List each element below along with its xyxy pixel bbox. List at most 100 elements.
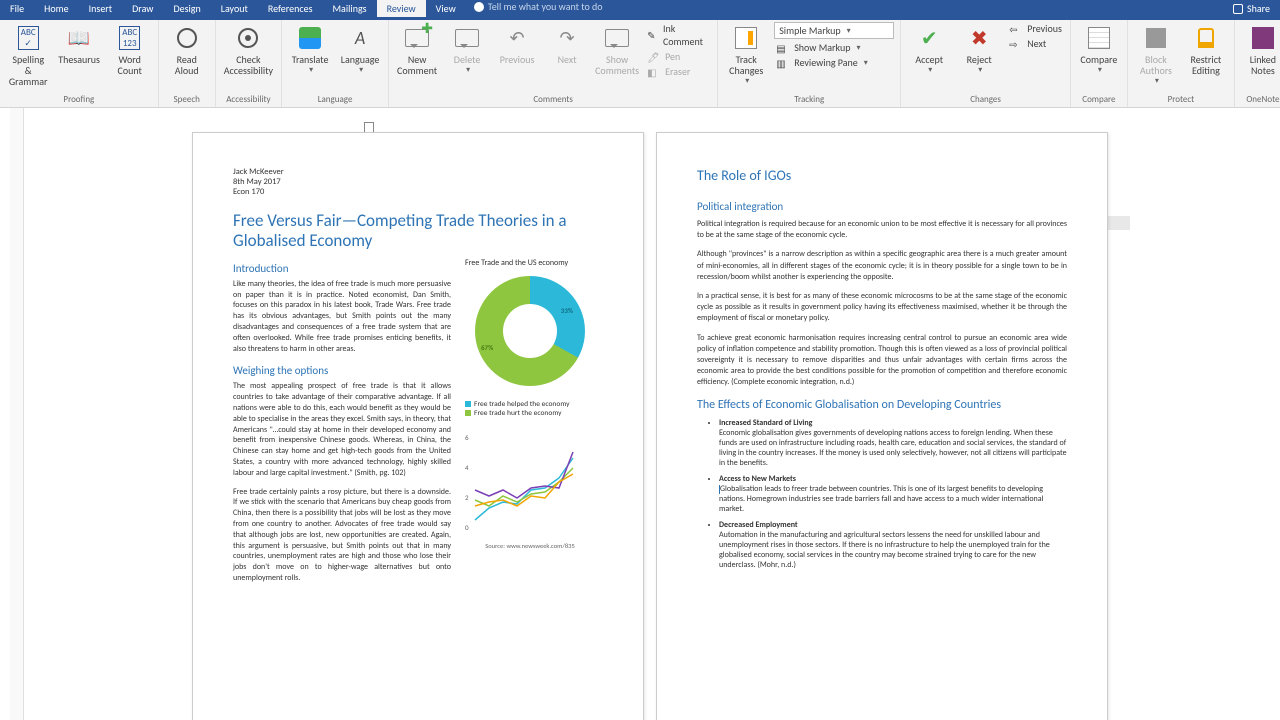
read-aloud-button[interactable]: ReadAloud <box>165 22 209 76</box>
reject-icon: ✖ <box>971 26 988 51</box>
thesaurus-button[interactable]: 📖Thesaurus <box>56 22 101 65</box>
pen-button[interactable]: 🖊Pen <box>645 50 711 63</box>
word-count-button[interactable]: ABC123WordCount <box>108 22 152 76</box>
heading-political: Political integration <box>697 200 1067 213</box>
prev-change-icon: ⇦ <box>1009 23 1023 35</box>
ink-icon: ✎ <box>647 29 659 41</box>
compare-button[interactable]: Compare <box>1077 22 1121 75</box>
next-arrow-icon: ↷ <box>560 27 575 49</box>
comment-icon: ✚ <box>405 29 429 47</box>
tab-draw[interactable]: Draw <box>122 0 163 17</box>
group-protect: BlockAuthors RestrictEditing Protect <box>1128 20 1235 107</box>
tab-layout[interactable]: Layout <box>211 0 258 17</box>
delete-comment-icon <box>455 29 479 47</box>
block-authors-button[interactable]: BlockAuthors <box>1134 22 1178 86</box>
tab-home[interactable]: Home <box>34 0 78 17</box>
next-change-button[interactable]: ⇨Next <box>1007 37 1064 50</box>
effects-list: Increased Standard of LivingEconomic glo… <box>697 418 1067 570</box>
tab-mailings[interactable]: Mailings <box>322 0 376 17</box>
line-chart: 6 4 2 0 Source: www.newsweek.com/835 <box>465 430 595 550</box>
reviewing-pane-button[interactable]: ▥Reviewing Pane <box>774 56 894 69</box>
pol-p4: To achieve great economic harmonisation … <box>697 333 1067 389</box>
lightbulb-icon <box>474 2 484 12</box>
show-markup-button[interactable]: ▤Show Markup <box>774 41 894 54</box>
heading-effects: The Effects of Economic Globalisation on… <box>697 398 1067 412</box>
heading-intro: Introduction <box>233 262 451 275</box>
tell-me-search[interactable]: Tell me what you want to do <box>474 0 603 13</box>
effect-item: Decreased EmploymentAutomation in the ma… <box>719 520 1067 570</box>
pol-p1: Political integration is required becaus… <box>697 219 1067 241</box>
markup-dropdown[interactable]: Simple Markup <box>774 22 894 39</box>
linked-notes-button[interactable]: LinkedNotes <box>1241 22 1280 76</box>
heading-weigh: Weighing the options <box>233 364 451 377</box>
restrict-editing-button[interactable]: RestrictEditing <box>1184 22 1228 76</box>
tab-references[interactable]: References <box>258 0 323 17</box>
svg-text:4: 4 <box>465 463 469 472</box>
accept-button[interactable]: ✔Accept <box>907 22 951 75</box>
group-speech: ReadAloud Speech <box>159 20 216 107</box>
onenote-icon <box>1252 27 1274 49</box>
delete-comment-button[interactable]: Delete <box>445 22 489 75</box>
group-language: Translate ALanguage Language <box>282 20 389 107</box>
new-comment-button[interactable]: ✚NewComment <box>395 22 439 76</box>
pol-p2: Although "provinces" is a narrow descrip… <box>697 249 1067 283</box>
accessibility-icon <box>238 28 258 48</box>
show-comments-button[interactable]: ShowComments <box>595 22 639 76</box>
translate-button[interactable]: Translate <box>288 22 332 75</box>
page-1[interactable]: Jack McKeever 8th May 2017 Econ 170 Free… <box>192 132 644 720</box>
show-markup-icon: ▤ <box>776 42 790 54</box>
eraser-button[interactable]: ◧Eraser <box>645 65 711 78</box>
tab-design[interactable]: Design <box>163 0 210 17</box>
share-button[interactable]: Share <box>1223 0 1280 17</box>
vertical-ruler <box>10 108 24 720</box>
donut-chart: 33% 67% <box>475 276 585 386</box>
language-button[interactable]: ALanguage <box>338 22 382 75</box>
spelling-grammar-button[interactable]: ABC✓Spelling &Grammar <box>6 22 50 87</box>
tab-view[interactable]: View <box>426 0 466 17</box>
previous-comment-button[interactable]: ↶Previous <box>495 22 539 65</box>
donut-legend: Free trade helped the economy Free trade… <box>465 400 595 418</box>
reject-button[interactable]: ✖Reject <box>957 22 1001 75</box>
doc-date: 8th May 2017 <box>233 177 603 187</box>
document-workspace[interactable]: 1234567 Jack McKeever 8th May 2017 Econ … <box>24 108 1280 720</box>
track-changes-icon <box>735 27 757 49</box>
group-onenote: LinkedNotes OneNote <box>1235 20 1280 107</box>
group-proofing: ABC✓Spelling &Grammar 📖Thesaurus ABC123W… <box>0 20 159 107</box>
group-compare: Compare Compare <box>1071 20 1128 107</box>
track-changes-button[interactable]: TrackChanges <box>724 22 768 86</box>
share-icon <box>1233 4 1243 14</box>
tab-strip: File Home Insert Draw Design Layout Refe… <box>0 0 1280 20</box>
pol-p3: In a practical sense, it is best for as … <box>697 291 1067 325</box>
para-weigh2: Free trade certainly paints a rosy pictu… <box>233 487 451 584</box>
group-tracking: TrackChanges Simple Markup ▤Show Markup … <box>718 20 901 107</box>
ribbon: ABC✓Spelling &Grammar 📖Thesaurus ABC123W… <box>0 20 1280 108</box>
page-2[interactable]: The Role of IGOs Political integration P… <box>656 132 1108 720</box>
group-accessibility: CheckAccessibility Accessibility <box>216 20 282 107</box>
tab-review[interactable]: Review <box>377 0 426 17</box>
chart-source: Source: www.newsweek.com/835 <box>465 542 595 550</box>
next-comment-button[interactable]: ↷Next <box>545 22 589 65</box>
svg-text:0: 0 <box>465 523 469 532</box>
para-weigh1: The most appealing prospect of free trad… <box>233 381 451 478</box>
restrict-editing-icon <box>1198 28 1214 48</box>
check-accessibility-button[interactable]: CheckAccessibility <box>222 22 275 76</box>
group-comments: ✚NewComment Delete ↶Previous ↷Next ShowC… <box>389 20 718 107</box>
abc-icon: ABC✓ <box>18 26 39 50</box>
para-intro: Like many theories, the idea of free tra… <box>233 279 451 355</box>
translate-icon <box>299 27 321 49</box>
doc-author: Jack McKeever <box>233 167 603 177</box>
thesaurus-icon: 📖 <box>68 27 90 49</box>
accept-icon: ✔ <box>921 26 938 51</box>
reviewing-pane-icon: ▥ <box>776 57 790 69</box>
language-icon: A <box>355 27 365 49</box>
y-tick: 6 <box>465 433 469 442</box>
tab-insert[interactable]: Insert <box>79 0 123 17</box>
previous-change-button[interactable]: ⇦Previous <box>1007 22 1064 35</box>
block-authors-icon <box>1146 28 1166 48</box>
svg-text:2: 2 <box>465 493 469 502</box>
ink-comment-button[interactable]: ✎Ink Comment <box>645 22 711 48</box>
heading-role-igos: The Role of IGOs <box>697 167 1067 184</box>
effect-item: Increased Standard of LivingEconomic glo… <box>719 418 1067 468</box>
tab-file[interactable]: File <box>0 0 34 17</box>
group-changes: ✔Accept ✖Reject ⇦Previous ⇨Next Changes <box>901 20 1071 107</box>
